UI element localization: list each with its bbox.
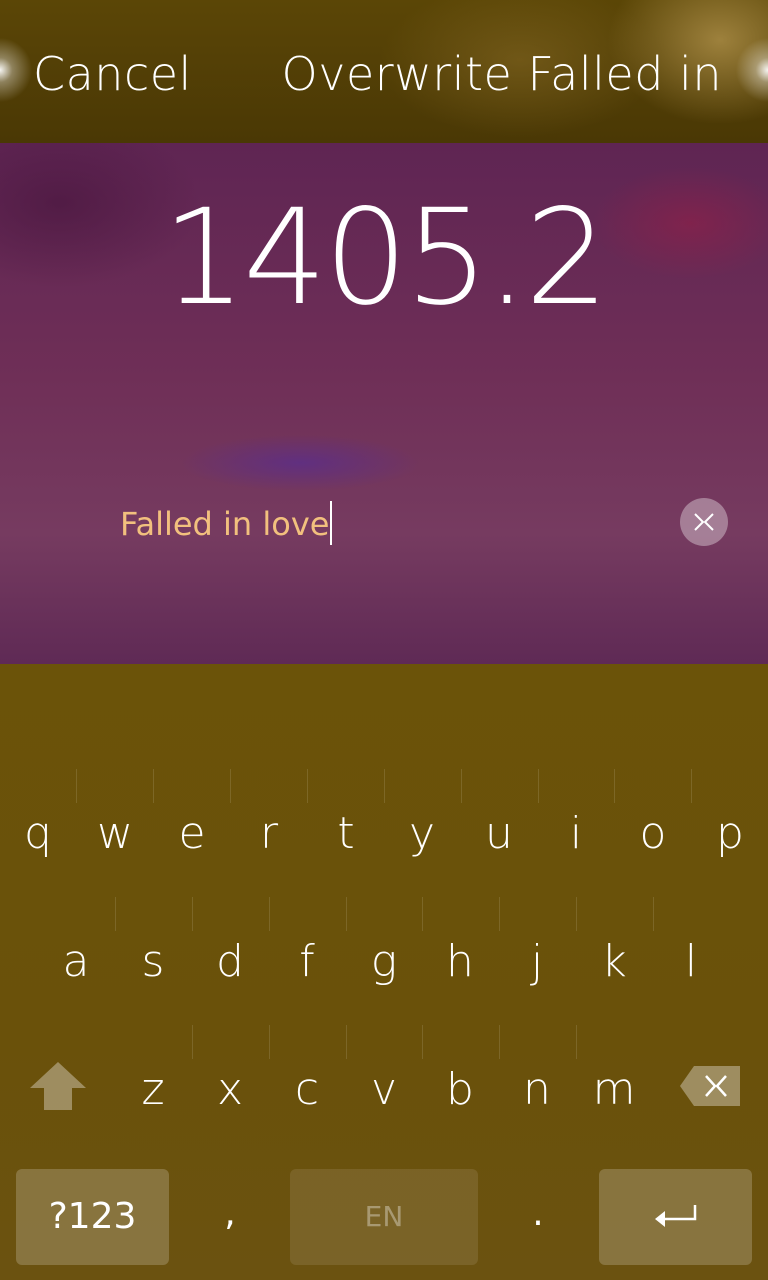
key-n[interactable]: n <box>499 1060 575 1120</box>
enter-key[interactable] <box>599 1169 752 1265</box>
key-w[interactable]: w <box>77 804 153 864</box>
clear-text-icon <box>694 513 714 531</box>
key-b[interactable]: b <box>422 1060 498 1120</box>
key-separator <box>576 1025 577 1059</box>
clear-text-button[interactable] <box>680 498 728 546</box>
key-separator <box>384 769 385 803</box>
key-e[interactable]: e <box>154 804 230 864</box>
virtual-keyboard: q w e r t y u i o p a s d f g h j k l z … <box>0 664 768 1280</box>
overwrite-button[interactable]: Overwrite Falled in <box>282 46 722 102</box>
dialog-header: Cancel Overwrite Falled in <box>0 0 768 143</box>
key-r[interactable]: r <box>231 804 307 864</box>
backspace-key[interactable] <box>678 1064 742 1108</box>
key-separator <box>76 769 77 803</box>
key-k[interactable]: k <box>576 932 652 992</box>
symbols-key[interactable]: ?123 <box>16 1169 169 1265</box>
key-u[interactable]: u <box>461 804 537 864</box>
key-v[interactable]: v <box>346 1060 422 1120</box>
key-f[interactable]: f <box>269 932 345 992</box>
value-display: 1405.2 <box>162 181 609 335</box>
key-separator <box>269 1025 270 1059</box>
key-m[interactable]: m <box>576 1060 652 1120</box>
key-separator <box>461 769 462 803</box>
key-d[interactable]: d <box>192 932 268 992</box>
key-a[interactable]: a <box>38 932 114 992</box>
key-separator <box>307 769 308 803</box>
key-separator <box>538 769 539 803</box>
key-separator <box>346 897 347 931</box>
key-separator <box>192 897 193 931</box>
key-l[interactable]: l <box>653 932 729 992</box>
key-separator <box>346 1025 347 1059</box>
key-z[interactable]: z <box>115 1060 191 1120</box>
key-separator <box>576 897 577 931</box>
backspace-icon <box>680 1066 740 1106</box>
key-separator <box>269 897 270 931</box>
cancel-button[interactable]: Cancel <box>33 46 192 102</box>
key-t[interactable]: t <box>308 804 384 864</box>
dialog-body: 1405.2 Falled in love <box>0 143 768 664</box>
key-separator <box>499 1025 500 1059</box>
key-separator <box>653 897 654 931</box>
name-text-field[interactable]: Falled in love <box>120 501 660 547</box>
period-key[interactable]: . <box>518 1184 558 1244</box>
key-separator <box>192 1025 193 1059</box>
key-separator <box>115 897 116 931</box>
left-edge-glow <box>0 35 35 105</box>
key-o[interactable]: o <box>615 804 691 864</box>
key-separator <box>230 769 231 803</box>
key-separator <box>499 897 500 931</box>
key-separator <box>422 897 423 931</box>
key-y[interactable]: y <box>384 804 460 864</box>
comma-key[interactable]: , <box>210 1184 250 1244</box>
shift-key[interactable] <box>28 1060 88 1112</box>
key-j[interactable]: j <box>499 932 575 992</box>
key-separator <box>422 1025 423 1059</box>
name-text-value: Falled in love <box>120 505 330 543</box>
text-cursor <box>330 501 333 545</box>
key-separator <box>153 769 154 803</box>
key-g[interactable]: g <box>346 932 422 992</box>
language-key[interactable]: EN <box>290 1169 478 1265</box>
right-edge-glow <box>733 35 768 105</box>
key-s[interactable]: s <box>115 932 191 992</box>
shift-arrow-icon <box>30 1062 86 1110</box>
key-separator <box>691 769 692 803</box>
key-separator <box>614 769 615 803</box>
key-c[interactable]: c <box>269 1060 345 1120</box>
key-x[interactable]: x <box>192 1060 268 1120</box>
key-p[interactable]: p <box>692 804 768 864</box>
key-q[interactable]: q <box>0 804 76 864</box>
key-h[interactable]: h <box>422 932 498 992</box>
key-i[interactable]: i <box>538 804 614 864</box>
enter-return-icon <box>655 1205 697 1227</box>
